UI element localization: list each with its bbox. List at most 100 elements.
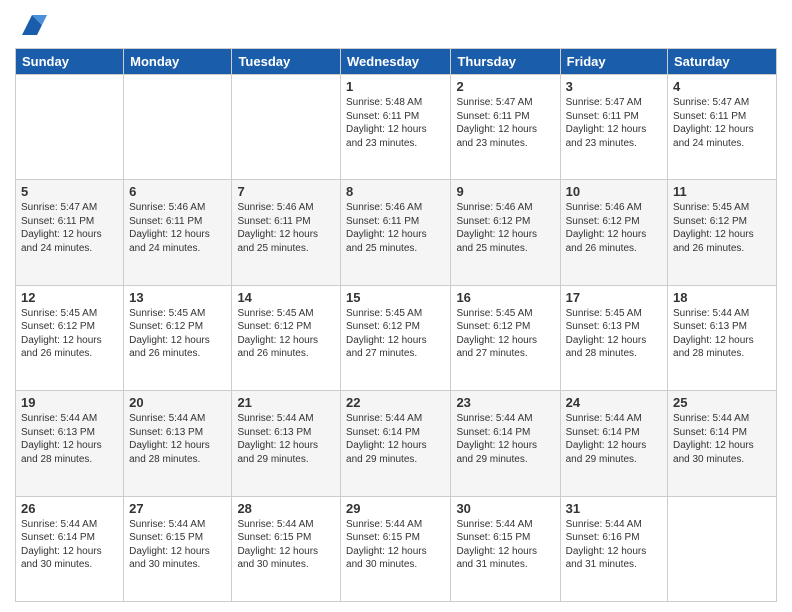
calendar-cell: 2Sunrise: 5:47 AM Sunset: 6:11 PM Daylig… — [451, 75, 560, 180]
day-number: 24 — [566, 395, 662, 410]
calendar-cell: 20 Sunrise: 5:44 AM Sunset: 6:13 PM Dayli… — [124, 391, 232, 496]
day-number: 15 — [346, 290, 445, 305]
calendar-cell: 30Sunrise: 5:44 AM Sunset: 6:15 PM Dayli… — [451, 496, 560, 601]
day-info: Sunrise: 5:44 AM Sunset: 6:15 PM Dayligh… — [456, 518, 554, 572]
day-number: 12 — [21, 290, 118, 305]
calendar-cell — [16, 75, 124, 180]
day-number: 14 — [237, 290, 335, 305]
calendar-cell: 12 Sunrise: 5:45 AM Sunset: 6:12 PM Dayli… — [16, 285, 124, 390]
calendar-week-row: 19 Sunrise: 5:44 AM Sunset: 6:13 PM Dayli… — [16, 391, 777, 496]
calendar-cell: 26Sunrise: 5:44 AM Sunset: 6:14 PM Dayli… — [16, 496, 124, 601]
day-number: 19 — [21, 395, 118, 410]
day-info: Sunrise: 5:45 AM Sunset: 6:12 PM Dayligh… — [456, 307, 554, 361]
calendar-week-row: 1 Sunrise: 5:48 AM Sunset: 6:11 PM Daylig… — [16, 75, 777, 180]
calendar-cell: 14 Sunrise: 5:45 AM Sunset: 6:12 PM Dayli… — [232, 285, 341, 390]
day-number: 23 — [456, 395, 554, 410]
calendar-cell: 3Sunrise: 5:47 AM Sunset: 6:11 PM Daylig… — [560, 75, 667, 180]
calendar-cell: 21 Sunrise: 5:44 AM Sunset: 6:13 PM Dayli… — [232, 391, 341, 496]
day-number: 18 — [673, 290, 771, 305]
day-number: 16 — [456, 290, 554, 305]
header — [15, 10, 777, 40]
calendar-cell: 1 Sunrise: 5:48 AM Sunset: 6:11 PM Daylig… — [341, 75, 451, 180]
day-info: Sunrise: 5:45 AM Sunset: 6:12 PM Dayligh… — [346, 307, 445, 361]
day-number: 20 — [129, 395, 226, 410]
day-number: 10 — [566, 184, 662, 199]
day-info: Sunrise: 5:44 AM Sunset: 6:14 PM Dayligh… — [673, 412, 771, 466]
day-info: Sunrise: 5:44 AM Sunset: 6:13 PM Dayligh… — [237, 412, 335, 466]
day-info: Sunrise: 5:44 AM Sunset: 6:13 PM Dayligh… — [673, 307, 771, 361]
calendar-week-row: 5 Sunrise: 5:47 AM Sunset: 6:11 PM Daylig… — [16, 180, 777, 285]
calendar-cell: 15 Sunrise: 5:45 AM Sunset: 6:12 PM Dayli… — [341, 285, 451, 390]
day-number: 9 — [456, 184, 554, 199]
page: SundayMondayTuesdayWednesdayThursdayFrid… — [0, 0, 792, 612]
calendar-cell: 16 Sunrise: 5:45 AM Sunset: 6:12 PM Dayli… — [451, 285, 560, 390]
day-number: 13 — [129, 290, 226, 305]
calendar-cell: 19 Sunrise: 5:44 AM Sunset: 6:13 PM Dayli… — [16, 391, 124, 496]
day-info: Sunrise: 5:47 AM Sunset: 6:11 PM Dayligh… — [566, 96, 662, 150]
calendar-cell: 17 Sunrise: 5:45 AM Sunset: 6:13 PM Dayli… — [560, 285, 667, 390]
day-info: Sunrise: 5:48 AM Sunset: 6:11 PM Dayligh… — [346, 96, 445, 150]
day-number: 28 — [237, 501, 335, 516]
day-info: Sunrise: 5:47 AM Sunset: 6:11 PM Dayligh… — [21, 201, 118, 255]
calendar-cell: 5 Sunrise: 5:47 AM Sunset: 6:11 PM Daylig… — [16, 180, 124, 285]
day-number: 31 — [566, 501, 662, 516]
day-info: Sunrise: 5:45 AM Sunset: 6:13 PM Dayligh… — [566, 307, 662, 361]
calendar-cell: 18 Sunrise: 5:44 AM Sunset: 6:13 PM Dayli… — [668, 285, 777, 390]
day-info: Sunrise: 5:44 AM Sunset: 6:13 PM Dayligh… — [129, 412, 226, 466]
calendar-header-monday: Monday — [124, 49, 232, 75]
day-number: 7 — [237, 184, 335, 199]
logo — [15, 10, 47, 40]
calendar-header-friday: Friday — [560, 49, 667, 75]
day-info: Sunrise: 5:47 AM Sunset: 6:11 PM Dayligh… — [456, 96, 554, 150]
calendar-cell — [124, 75, 232, 180]
calendar-cell: 11Sunrise: 5:45 AM Sunset: 6:12 PM Dayli… — [668, 180, 777, 285]
calendar-cell: 6 Sunrise: 5:46 AM Sunset: 6:11 PM Daylig… — [124, 180, 232, 285]
day-number: 22 — [346, 395, 445, 410]
day-info: Sunrise: 5:45 AM Sunset: 6:12 PM Dayligh… — [237, 307, 335, 361]
calendar-header-thursday: Thursday — [451, 49, 560, 75]
calendar-cell — [668, 496, 777, 601]
day-number: 8 — [346, 184, 445, 199]
day-number: 6 — [129, 184, 226, 199]
day-number: 29 — [346, 501, 445, 516]
day-info: Sunrise: 5:44 AM Sunset: 6:15 PM Dayligh… — [129, 518, 226, 572]
calendar-header-tuesday: Tuesday — [232, 49, 341, 75]
calendar-header-wednesday: Wednesday — [341, 49, 451, 75]
day-number: 27 — [129, 501, 226, 516]
day-number: 17 — [566, 290, 662, 305]
day-info: Sunrise: 5:46 AM Sunset: 6:12 PM Dayligh… — [566, 201, 662, 255]
day-number: 1 — [346, 79, 445, 94]
day-info: Sunrise: 5:44 AM Sunset: 6:14 PM Dayligh… — [566, 412, 662, 466]
day-info: Sunrise: 5:47 AM Sunset: 6:11 PM Dayligh… — [673, 96, 771, 150]
day-info: Sunrise: 5:44 AM Sunset: 6:13 PM Dayligh… — [21, 412, 118, 466]
day-number: 25 — [673, 395, 771, 410]
day-number: 21 — [237, 395, 335, 410]
calendar-cell: 25 Sunrise: 5:44 AM Sunset: 6:14 PM Dayli… — [668, 391, 777, 496]
calendar-header-row: SundayMondayTuesdayWednesdayThursdayFrid… — [16, 49, 777, 75]
calendar-cell: 29Sunrise: 5:44 AM Sunset: 6:15 PM Dayli… — [341, 496, 451, 601]
calendar-cell: 31 Sunrise: 5:44 AM Sunset: 6:16 PM Dayli… — [560, 496, 667, 601]
calendar-week-row: 12 Sunrise: 5:45 AM Sunset: 6:12 PM Dayli… — [16, 285, 777, 390]
calendar-cell: 4Sunrise: 5:47 AM Sunset: 6:11 PM Daylig… — [668, 75, 777, 180]
day-number: 26 — [21, 501, 118, 516]
day-number: 5 — [21, 184, 118, 199]
calendar-cell: 13 Sunrise: 5:45 AM Sunset: 6:12 PM Dayli… — [124, 285, 232, 390]
calendar-cell: 23 Sunrise: 5:44 AM Sunset: 6:14 PM Dayli… — [451, 391, 560, 496]
calendar-cell — [232, 75, 341, 180]
day-info: Sunrise: 5:44 AM Sunset: 6:14 PM Dayligh… — [346, 412, 445, 466]
day-info: Sunrise: 5:46 AM Sunset: 6:11 PM Dayligh… — [346, 201, 445, 255]
calendar-cell: 7 Sunrise: 5:46 AM Sunset: 6:11 PM Daylig… — [232, 180, 341, 285]
calendar: SundayMondayTuesdayWednesdayThursdayFrid… — [15, 48, 777, 602]
day-info: Sunrise: 5:46 AM Sunset: 6:11 PM Dayligh… — [237, 201, 335, 255]
day-info: Sunrise: 5:44 AM Sunset: 6:15 PM Dayligh… — [237, 518, 335, 572]
calendar-week-row: 26Sunrise: 5:44 AM Sunset: 6:14 PM Dayli… — [16, 496, 777, 601]
day-info: Sunrise: 5:45 AM Sunset: 6:12 PM Dayligh… — [129, 307, 226, 361]
day-info: Sunrise: 5:45 AM Sunset: 6:12 PM Dayligh… — [21, 307, 118, 361]
calendar-cell: 9Sunrise: 5:46 AM Sunset: 6:12 PM Daylig… — [451, 180, 560, 285]
calendar-cell: 24 Sunrise: 5:44 AM Sunset: 6:14 PM Dayli… — [560, 391, 667, 496]
day-info: Sunrise: 5:44 AM Sunset: 6:14 PM Dayligh… — [456, 412, 554, 466]
day-info: Sunrise: 5:44 AM Sunset: 6:16 PM Dayligh… — [566, 518, 662, 572]
calendar-header-saturday: Saturday — [668, 49, 777, 75]
calendar-cell: 27 Sunrise: 5:44 AM Sunset: 6:15 PM Dayli… — [124, 496, 232, 601]
day-info: Sunrise: 5:46 AM Sunset: 6:11 PM Dayligh… — [129, 201, 226, 255]
